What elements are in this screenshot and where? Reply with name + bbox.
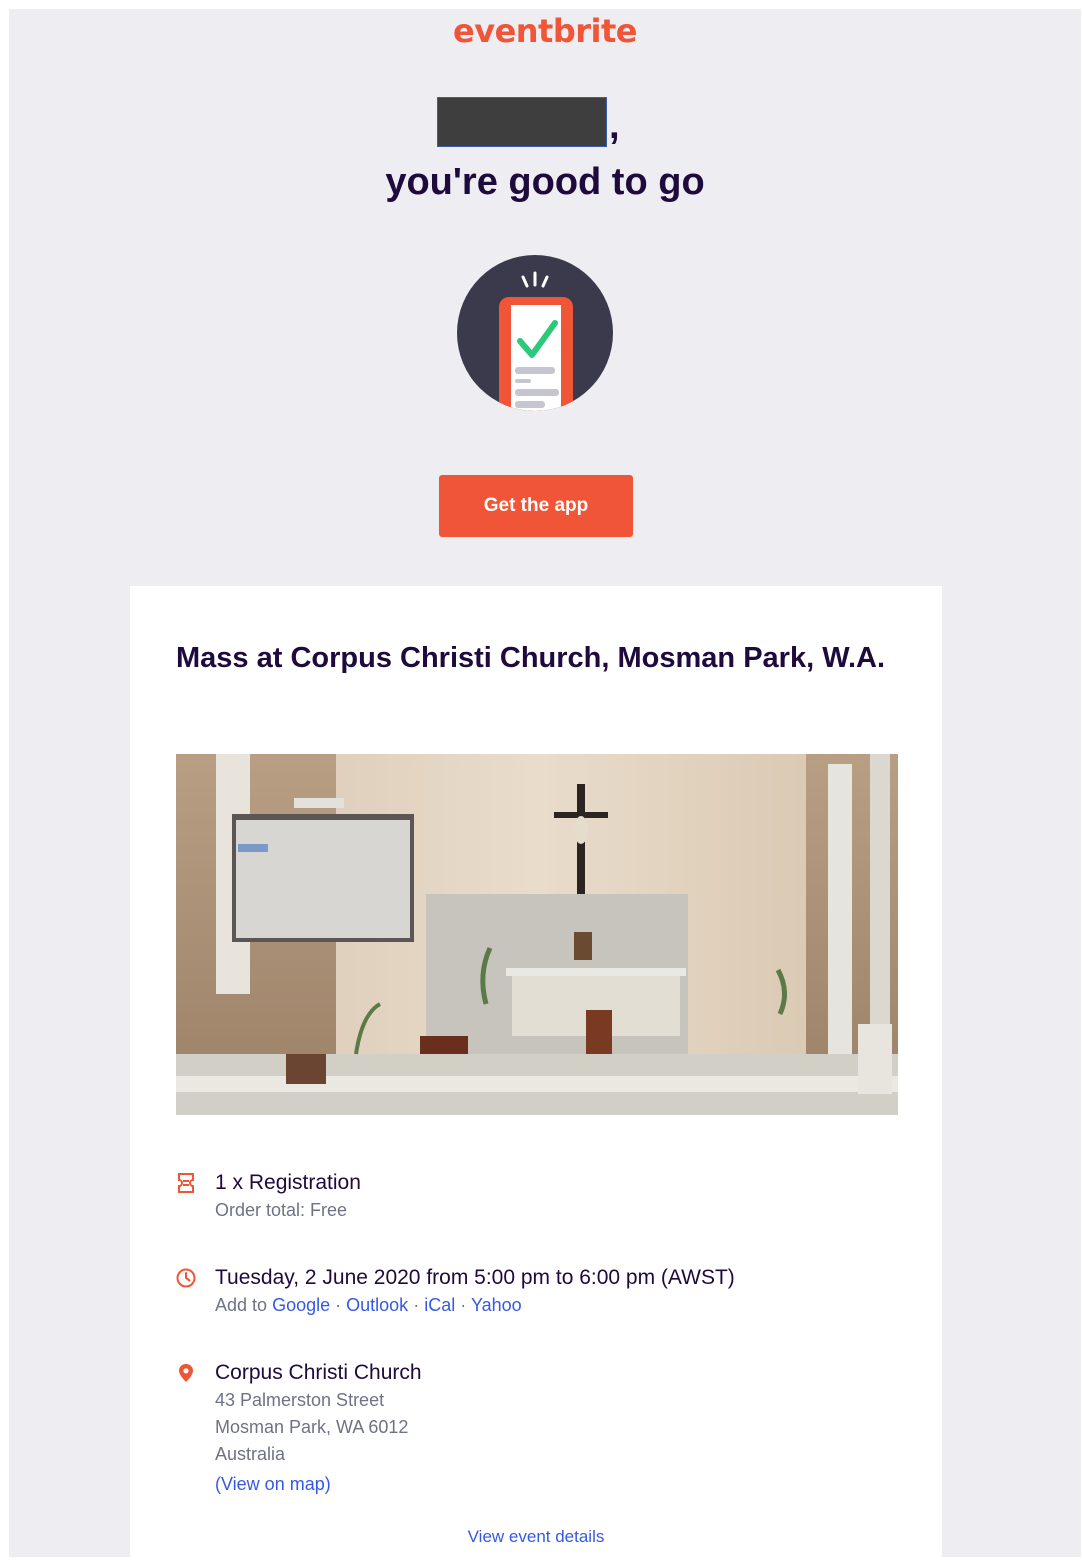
email-body: eventbrite , you're good to go Get the a… (9, 9, 1081, 1561)
view-event-details-wrapper: View event details (130, 1527, 942, 1547)
calendar-link-outlook[interactable]: Outlook (346, 1295, 408, 1315)
separator: · (460, 1295, 467, 1315)
address-line-2: Mosman Park, WA 6012 (215, 1417, 409, 1437)
separator: · (413, 1295, 420, 1315)
map-pin-icon (179, 1364, 193, 1382)
order-total: Order total: Free (215, 1200, 348, 1220)
eventbrite-logo[interactable]: eventbrite (9, 12, 1081, 50)
view-on-map-link[interactable]: (View on map) (215, 1474, 331, 1494)
event-card: Mass at Corpus Christi Church, Mosman Pa… (130, 586, 942, 1561)
venue-name: Corpus Christi Church (215, 1361, 422, 1384)
add-to-label: Add to (215, 1295, 268, 1315)
add-to-calendar: Add to Google · Outlook · iCal · Yahoo (215, 1292, 735, 1319)
get-the-app-button[interactable]: Get the app (439, 475, 633, 537)
clock-icon (176, 1268, 196, 1288)
address-line-1: 43 Palmerston Street (215, 1390, 385, 1410)
event-image (176, 754, 898, 1115)
calendar-link-ical[interactable]: iCal (424, 1295, 455, 1315)
event-datetime: Tuesday, 2 June 2020 from 5:00 pm to 6:0… (215, 1266, 735, 1289)
separator: · (335, 1295, 342, 1315)
view-event-details-link[interactable]: View event details (468, 1527, 605, 1546)
ticket-quantity: 1 x Registration (215, 1171, 361, 1194)
confirmation-heading: you're good to go (9, 100, 1081, 210)
calendar-link-yahoo[interactable]: Yahoo (471, 1295, 522, 1315)
confirmation-message: you're good to go (385, 161, 705, 203)
address-line-3: Australia (215, 1444, 286, 1464)
ticket-confirmed-illustration (457, 255, 613, 411)
ticket-icon (178, 1173, 194, 1193)
calendar-link-google[interactable]: Google (272, 1295, 330, 1315)
event-title: Mass at Corpus Christi Church, Mosman Pa… (176, 642, 886, 674)
